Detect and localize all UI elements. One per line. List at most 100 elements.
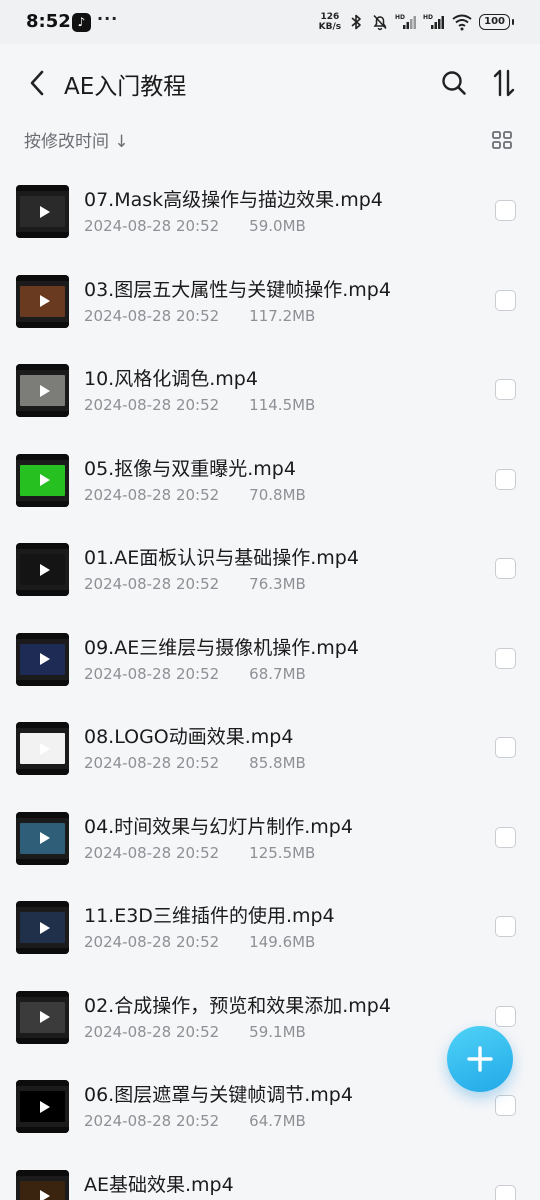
play-icon (39, 563, 50, 576)
select-checkbox[interactable] (495, 200, 516, 221)
select-checkbox[interactable] (495, 558, 516, 579)
sort-icon (493, 69, 515, 97)
video-thumbnail[interactable] (16, 901, 69, 954)
file-size: 149.6MB (249, 933, 316, 951)
select-checkbox[interactable] (495, 1005, 516, 1027)
video-thumbnail[interactable] (16, 185, 69, 238)
file-row[interactable]: 03.图层五大属性与关键帧操作.mp4 2024-08-28 20:52 117.2… (0, 262, 540, 352)
file-size: 64.7MB (249, 1112, 306, 1130)
video-thumbnail[interactable] (16, 1169, 69, 1200)
add-button[interactable] (447, 1026, 513, 1092)
select-checkbox[interactable] (495, 289, 516, 311)
search-icon (442, 71, 466, 95)
select-checkbox[interactable] (495, 468, 516, 490)
file-meta: 2024-08-28 20:52 114.5MB (84, 396, 315, 414)
file-name: 11.E3D三维插件的使用.mp4 (84, 905, 335, 927)
file-name: 03.图层五大属性与关键帧操作.mp4 (84, 278, 391, 301)
select-checkbox[interactable] (495, 379, 516, 400)
play-icon (39, 474, 50, 486)
file-size: 68.7MB (249, 664, 306, 683)
file-date: 2024-08-28 20:52 (84, 843, 220, 862)
file-date: 2024-08-28 20:52 (84, 396, 220, 414)
file-row[interactable]: 09.AE三维层与摄像机操作.mp4 2024-08-28 20:52 68.7MB (0, 620, 540, 710)
file-date: 2024-08-28 20:52 (84, 754, 220, 772)
file-name: 08.LOGO动画效果.mp4 (84, 726, 294, 748)
file-date: 2024-08-28 20:52 (84, 485, 220, 504)
file-date: 2024-08-28 20:52 (84, 664, 220, 683)
bluetooth-icon (351, 14, 361, 30)
file-row[interactable]: 04.时间效果与幻灯片制作.mp4 2024-08-28 20:52 125.5MB (0, 799, 540, 889)
file-meta: 2024-08-28 20:52 76.3MB (84, 575, 306, 593)
file-name: 07.Mask高级操作与描边效果.mp4 (84, 189, 383, 211)
select-checkbox[interactable] (495, 1184, 516, 1200)
page-title: AE入门教程 (64, 74, 187, 100)
file-row[interactable]: 07.Mask高级操作与描边效果.mp4 2024-08-28 20:52 59.0… (0, 172, 540, 262)
video-thumbnail[interactable] (16, 722, 69, 775)
plus-icon (467, 1046, 493, 1072)
file-size: 114.5MB (249, 396, 316, 414)
svg-text:HD: HD (395, 14, 405, 21)
video-thumbnail[interactable] (16, 632, 69, 686)
video-thumbnail[interactable] (16, 811, 69, 865)
file-size: 125.5MB (249, 843, 316, 862)
play-icon (39, 1011, 50, 1023)
file-meta: 2024-08-28 20:52 59.0MB (84, 217, 306, 235)
back-button[interactable] (22, 66, 52, 100)
file-name: 09.AE三维层与摄像机操作.mp4 (84, 636, 359, 659)
play-icon (39, 921, 50, 934)
file-row[interactable]: 10.风格化调色.mp4 2024-08-28 20:52 114.5MB (0, 351, 540, 441)
video-thumbnail[interactable] (16, 274, 69, 328)
select-checkbox[interactable] (495, 826, 516, 848)
file-meta: 2024-08-28 20:52 64.7MB (84, 1112, 306, 1130)
video-thumbnail[interactable] (16, 364, 69, 417)
file-size: 76.3MB (249, 575, 306, 593)
file-date: 2024-08-28 20:52 (84, 575, 220, 593)
file-name: 04.时间效果与幻灯片制作.mp4 (84, 815, 353, 838)
file-name: 02.合成操作，预览和效果添加.mp4 (84, 994, 391, 1017)
file-size: 59.1MB (249, 1022, 306, 1041)
mute-bell-icon (373, 14, 387, 31)
file-row[interactable]: 08.LOGO动画效果.mp4 2024-08-28 20:52 85.8MB (0, 709, 540, 799)
play-icon (39, 295, 50, 307)
file-size: 85.8MB (249, 754, 306, 772)
search-button[interactable] (438, 66, 470, 100)
network-speed: 126 KB/s (318, 12, 342, 32)
select-checkbox[interactable] (495, 647, 516, 669)
file-meta: 2024-08-28 20:52 70.8MB (84, 486, 306, 504)
file-date: 2024-08-28 20:52 (84, 933, 220, 951)
file-meta: 2024-08-28 20:52 59.1MB (84, 1023, 306, 1041)
file-date: 2024-08-28 20:52 (84, 217, 220, 235)
video-thumbnail[interactable] (16, 453, 69, 507)
file-meta: 2024-08-28 20:52 149.6MB (84, 933, 315, 951)
select-checkbox[interactable] (495, 916, 516, 937)
file-meta: 2024-08-28 20:52 117.2MB (84, 307, 315, 325)
sort-button[interactable] (488, 66, 520, 100)
play-icon (39, 205, 50, 218)
file-row[interactable]: AE基础效果.mp4 (0, 1157, 540, 1200)
more-notifications-icon: ··· (97, 9, 119, 28)
play-icon (39, 1190, 50, 1200)
grid-view-icon[interactable] (490, 128, 514, 152)
file-meta: 2024-08-28 20:52 125.5MB (84, 844, 315, 862)
file-size: 70.8MB (249, 485, 306, 504)
file-date: 2024-08-28 20:52 (84, 306, 220, 325)
file-row[interactable]: 05.抠像与双重曝光.mp4 2024-08-28 20:52 70.8MB (0, 441, 540, 531)
file-name: AE基础效果.mp4 (84, 1173, 234, 1196)
select-checkbox[interactable] (495, 1095, 516, 1116)
file-row[interactable]: 11.E3D三维插件的使用.mp4 2024-08-28 20:52 149.6MB (0, 888, 540, 978)
file-meta: 2024-08-28 20:52 68.7MB (84, 665, 306, 683)
file-meta: 2024-08-28 20:52 85.8MB (84, 754, 306, 772)
sort-order-label[interactable]: 按修改时间 ↓ (24, 127, 129, 152)
file-name: 10.风格化调色.mp4 (84, 368, 258, 390)
file-name: 01.AE面板认识与基础操作.mp4 (84, 547, 359, 569)
video-thumbnail[interactable] (16, 990, 69, 1044)
play-icon (39, 653, 50, 665)
file-name: 06.图层遮罩与关键帧调节.mp4 (84, 1084, 353, 1106)
tiktok-icon: ♪ (72, 13, 91, 32)
video-thumbnail[interactable] (16, 543, 69, 596)
video-thumbnail[interactable] (16, 1080, 69, 1133)
file-name: 05.抠像与双重曝光.mp4 (84, 457, 296, 480)
file-row[interactable]: 01.AE面板认识与基础操作.mp4 2024-08-28 20:52 76.3MB (0, 530, 540, 620)
signal-hd-2-icon: HD (423, 14, 445, 29)
select-checkbox[interactable] (495, 737, 516, 758)
